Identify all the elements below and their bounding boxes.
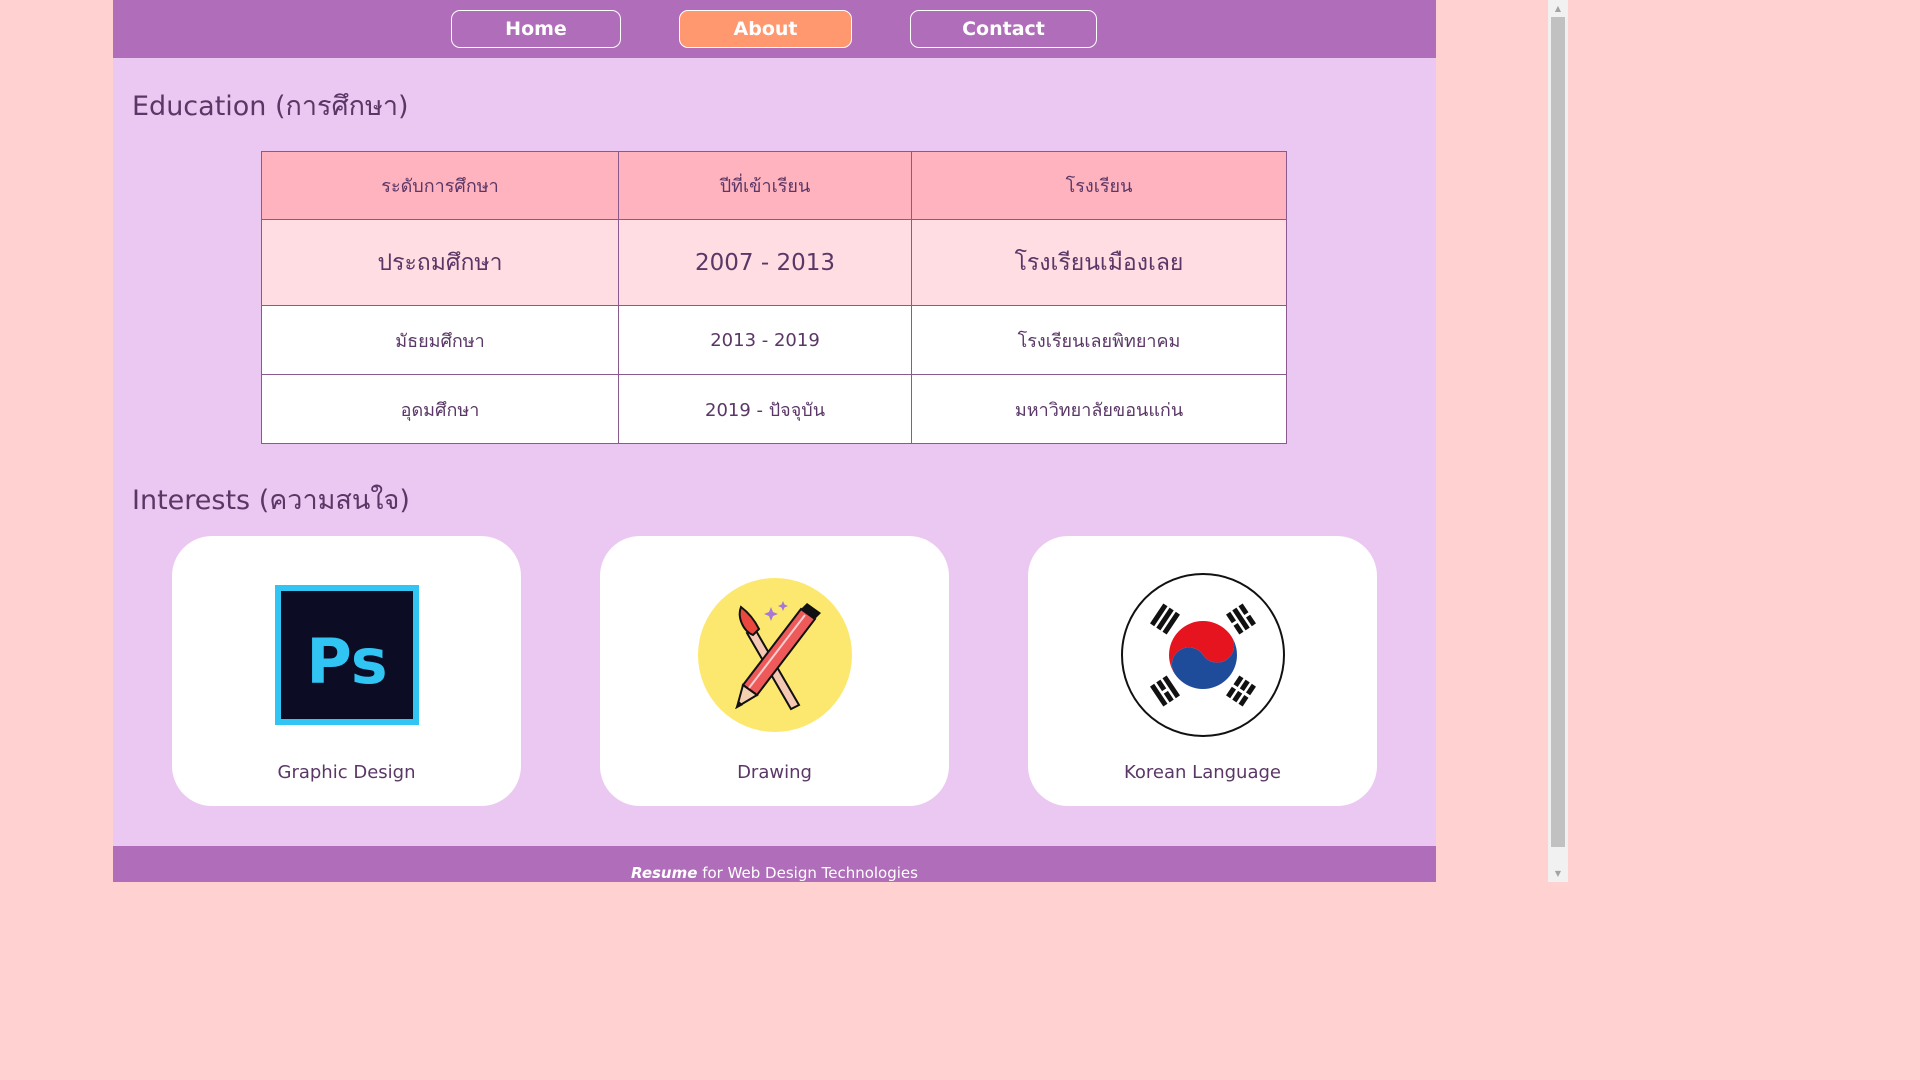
footer-caption: for Web Design Technologies <box>697 864 918 882</box>
table-header: ระดับการศึกษา <box>261 151 619 220</box>
footer-brand: Resume <box>631 864 698 882</box>
table-cell: โรงเรียนเลยพิทยาคม <box>911 305 1287 375</box>
vertical-scrollbar[interactable]: ▲ ▼ <box>1548 0 1568 882</box>
photoshop-logo-icon: Ps <box>262 570 432 740</box>
card-label: Korean Language <box>1124 762 1281 783</box>
pencil-brush-icon <box>690 570 860 740</box>
footer: Resume for Web Design Technologies <box>113 846 1436 882</box>
scroll-up-arrow-icon[interactable]: ▲ <box>1548 0 1568 17</box>
navbar: Home About Contact <box>113 0 1436 58</box>
card-label: Graphic Design <box>277 762 416 783</box>
table-cell: มัธยมศึกษา <box>261 305 619 375</box>
svg-text:Ps: Ps <box>306 625 387 698</box>
scroll-down-arrow-icon[interactable]: ▼ <box>1548 865 1568 882</box>
table-header: ปีที่เข้าเรียน <box>618 151 912 220</box>
table-cell: อุดมศึกษา <box>261 374 619 444</box>
interest-card-graphic-design: Ps Graphic Design <box>172 536 521 806</box>
education-table: ระดับการศึกษา ปีที่เข้าเรียน โรงเรียน ปร… <box>261 151 1287 444</box>
table-cell: โรงเรียนเมืองเลย <box>911 219 1287 306</box>
table-cell: ประถมศึกษา <box>261 219 619 306</box>
interests-title: Interests (ความสนใจ) <box>132 485 410 516</box>
table-row: มัธยมศึกษา 2013 - 2019 โรงเรียนเลยพิทยาค… <box>261 305 1287 375</box>
interest-card-drawing: Drawing <box>600 536 949 806</box>
card-label: Drawing <box>737 762 812 783</box>
table-cell: 2013 - 2019 <box>618 305 912 375</box>
table-header-row: ระดับการศึกษา ปีที่เข้าเรียน โรงเรียน <box>261 151 1287 220</box>
table-row: อุดมศึกษา 2019 - ปัจจุบัน มหาวิทยาลัยขอน… <box>261 374 1287 444</box>
korean-flag-icon <box>1118 570 1288 740</box>
table-header: โรงเรียน <box>911 151 1287 220</box>
nav-about-button[interactable]: About <box>679 10 852 48</box>
table-cell: มหาวิทยาลัยขอนแก่น <box>911 374 1287 444</box>
education-title: Education (การศึกษา) <box>132 91 409 122</box>
page-container: Home About Contact Education (การศึกษา) … <box>113 0 1436 882</box>
interest-card-korean-language: Korean Language <box>1028 536 1377 806</box>
table-cell: 2007 - 2013 <box>618 219 912 306</box>
table-cell: 2019 - ปัจจุบัน <box>618 374 912 444</box>
footer-text: Resume for Web Design Technologies <box>113 864 1436 882</box>
scrollbar-thumb[interactable] <box>1551 17 1565 847</box>
nav-contact-button[interactable]: Contact <box>910 10 1097 48</box>
table-row: ประถมศึกษา 2007 - 2013 โรงเรียนเมืองเลย <box>261 219 1287 306</box>
nav-home-button[interactable]: Home <box>451 10 621 48</box>
